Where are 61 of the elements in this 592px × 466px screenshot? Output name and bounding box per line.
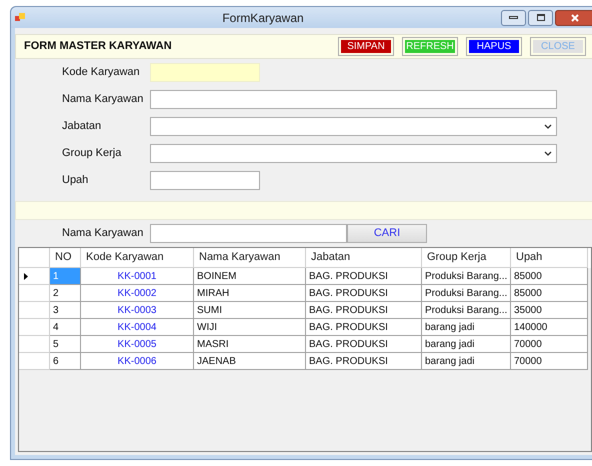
table-cell: SUMI — [194, 302, 306, 319]
current-row-icon — [24, 272, 28, 280]
input-field[interactable] — [150, 171, 260, 190]
table-cell: barang jadi — [422, 336, 511, 353]
table-cell: BAG. PRODUKSI — [306, 302, 422, 319]
table-cell: 6 — [50, 353, 81, 370]
table-cell: 70000 — [511, 353, 588, 370]
table-cell: KK-0002 — [81, 285, 194, 302]
table-cell: 4 — [50, 319, 81, 336]
search-label: Nama Karyawan — [62, 226, 144, 242]
table-cell: barang jadi — [422, 319, 511, 336]
search-field[interactable] — [150, 224, 347, 243]
table-cell: Produksi Barang... — [422, 302, 511, 319]
table-cell: 5 — [50, 336, 81, 353]
field-label: Group Kerja — [62, 146, 122, 162]
table-cell: BAG. PRODUKSI — [306, 268, 422, 285]
table-cell: 3 — [50, 302, 81, 319]
table-cell: BAG. PRODUKSI — [306, 336, 422, 353]
table-cell: KK-0001 — [81, 268, 194, 285]
search-button[interactable]: CARI — [347, 224, 427, 243]
form-title: FORM MASTER KARYAWAN — [24, 39, 173, 54]
table-cell: 35000 — [511, 302, 588, 319]
window-title: FormKaryawan — [221, 10, 305, 26]
table-cell: BAG. PRODUKSI — [306, 319, 422, 336]
minimize-button[interactable] — [501, 10, 526, 26]
table-cell: Produksi Barang... — [422, 285, 511, 302]
table-cell: 85000 — [511, 285, 588, 302]
row-header[interactable] — [19, 268, 50, 285]
chevron-down-icon — [544, 151, 552, 156]
field-label: Jabatan — [62, 119, 102, 134]
table-cell: KK-0006 — [81, 353, 194, 370]
table-cell: 85000 — [511, 268, 588, 285]
table-cell: BAG. PRODUKSI — [306, 353, 422, 370]
field-label: Kode Karyawan — [62, 65, 141, 80]
table-cell: BOINEM — [194, 268, 306, 285]
close-window-button[interactable] — [555, 10, 592, 26]
input-field[interactable] — [150, 90, 557, 109]
table-cell: barang jadi — [422, 353, 511, 370]
table-cell: KK-0004 — [81, 319, 194, 336]
table-cell: MIRAH — [194, 285, 306, 302]
app-icon — [15, 12, 25, 22]
table-cell: Produksi Barang... — [422, 268, 511, 285]
table-cell: BAG. PRODUKSI — [306, 285, 422, 302]
table-cell: 1 — [50, 268, 81, 285]
table-cell: 70000 — [511, 336, 588, 353]
table-cell: KK-0005 — [81, 336, 194, 353]
dropdown-field[interactable] — [150, 144, 557, 163]
table-cell: MASRI — [194, 336, 306, 353]
chevron-down-icon — [544, 124, 552, 129]
action-button[interactable]: SIMPAN — [338, 37, 394, 56]
dropdown-field[interactable] — [150, 117, 557, 136]
close-icon — [571, 14, 579, 22]
table-cell: KK-0003 — [81, 302, 194, 319]
table-cell: 140000 — [511, 319, 588, 336]
table-cell: JAENAB — [194, 353, 306, 370]
table-cell: WIJI — [194, 319, 306, 336]
table-cell: 2 — [50, 285, 81, 302]
field-label: Upah — [62, 173, 90, 188]
maximize-button[interactable] — [528, 10, 553, 26]
field-label: Nama Karyawan — [62, 92, 144, 108]
action-button[interactable]: HAPUS — [466, 37, 522, 56]
